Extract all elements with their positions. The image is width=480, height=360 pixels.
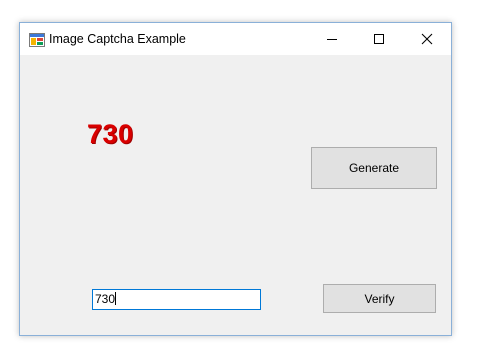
- verify-button-label: Verify: [364, 291, 395, 306]
- captcha-input[interactable]: 730: [92, 289, 261, 310]
- maximize-button[interactable]: [356, 23, 402, 55]
- window-title: Image Captcha Example: [49, 32, 186, 46]
- minimize-button[interactable]: [309, 23, 355, 55]
- generate-button-label: Generate: [348, 161, 400, 175]
- close-icon: [421, 33, 433, 45]
- captcha-input-value: 730: [95, 292, 116, 306]
- captcha-window: Image Captcha Example 730 Generate 730 V…: [19, 22, 452, 336]
- verify-button[interactable]: Verify: [323, 284, 436, 313]
- text-caret: [115, 292, 117, 305]
- title-bar[interactable]: Image Captcha Example: [20, 23, 451, 55]
- form-client-area: 730 Generate 730 Verify: [20, 55, 451, 335]
- form-app-icon: [29, 33, 45, 47]
- captcha-image-text: 730: [87, 119, 134, 149]
- minimize-icon: [327, 39, 337, 40]
- maximize-icon: [374, 34, 384, 44]
- generate-button[interactable]: Generate: [311, 147, 437, 189]
- close-button[interactable]: [404, 23, 450, 55]
